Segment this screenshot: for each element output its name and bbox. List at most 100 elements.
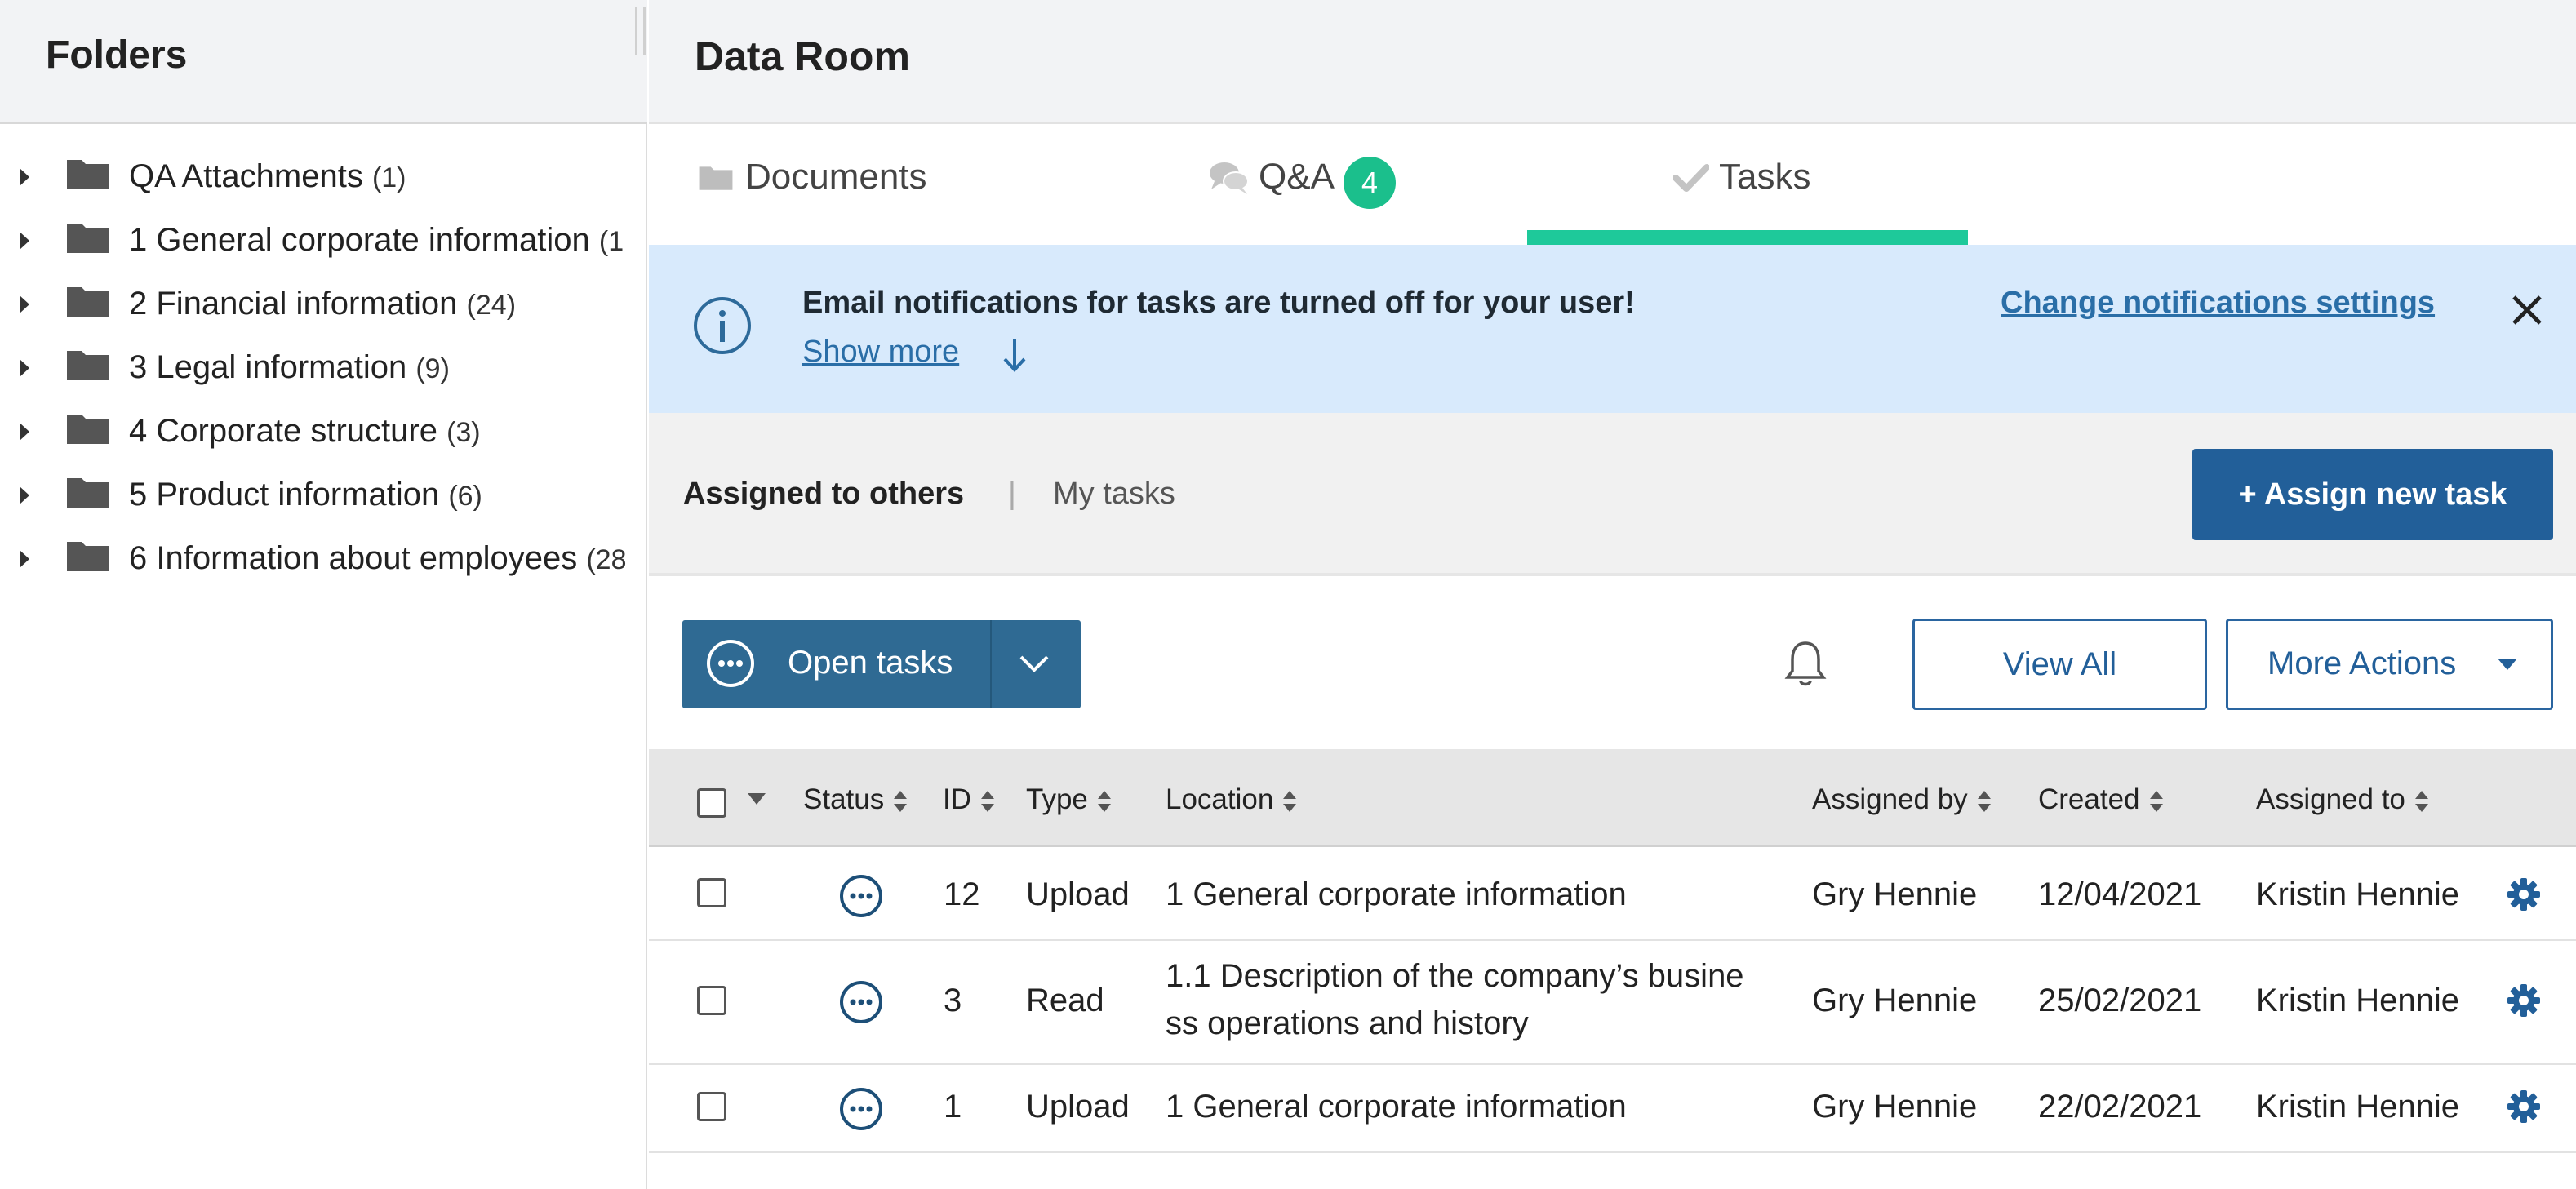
column-header-type[interactable]: Type <box>1026 783 1113 816</box>
expand-caret-icon[interactable] <box>20 168 29 186</box>
expand-caret-icon[interactable] <box>20 359 29 377</box>
tab-bar: Documents Q&A 4 Tasks <box>649 126 2576 245</box>
folder-label: 4 Corporate structure <box>129 413 437 449</box>
task-assigned-by: Gry Hennie <box>1812 983 1978 1018</box>
assigned-to-others-tab[interactable]: Assigned to others <box>683 477 964 512</box>
chat-bubbles-icon <box>1210 162 1249 194</box>
folder-icon <box>67 287 109 317</box>
select-all-checkbox[interactable] <box>697 788 726 818</box>
ellipsis-circle-icon <box>707 640 754 687</box>
split-button-divider <box>990 620 992 708</box>
more-actions-button[interactable]: More Actions <box>2226 619 2553 710</box>
page-title: Data Room <box>695 33 910 79</box>
task-created: 12/04/2021 <box>2038 876 2202 912</box>
column-label: Type <box>1026 783 1088 815</box>
panel-resize-handle-secondary[interactable] <box>643 7 646 55</box>
tab-label: Tasks <box>1719 157 1811 197</box>
tab-label: Q&A <box>1259 157 1335 197</box>
expand-caret-icon[interactable] <box>20 486 29 504</box>
folder-icon <box>699 166 733 190</box>
panel-resize-handle[interactable] <box>635 7 637 55</box>
task-type: Upload <box>1026 876 1130 912</box>
task-type: Upload <box>1026 1089 1130 1125</box>
task-assigned-to: Kristin Hennie <box>2256 876 2460 912</box>
gear-icon[interactable] <box>2506 983 2542 1018</box>
folder-label: 2 Financial information <box>129 286 458 322</box>
view-all-button[interactable]: View All <box>1912 619 2207 710</box>
folder-icon <box>67 478 109 508</box>
tab-documents[interactable]: Documents <box>698 126 1008 245</box>
tab-tasks[interactable]: Tasks <box>1673 126 1983 245</box>
folder-item-employees[interactable]: 6 Information about employees (28 <box>0 529 647 592</box>
column-header-id[interactable]: ID <box>943 783 996 816</box>
arrow-down-icon[interactable] <box>1001 336 1028 374</box>
close-icon[interactable] <box>2509 292 2545 328</box>
task-assigned-to: Kristin Hennie <box>2256 983 2460 1018</box>
column-header-assigned-by[interactable]: Assigned by <box>1812 783 1992 816</box>
chevron-down-icon[interactable] <box>1018 651 1050 676</box>
task-id: 1 <box>944 1089 962 1125</box>
column-header-status[interactable]: Status <box>803 783 908 816</box>
task-assigned-to: Kristin Hennie <box>2256 1089 2460 1125</box>
folder-item-general-corporate[interactable]: 1 General corporate information (1 <box>0 211 647 274</box>
sort-icon <box>981 790 994 812</box>
column-label: Location <box>1166 783 1274 815</box>
row-checkbox[interactable] <box>697 878 726 907</box>
expand-caret-icon[interactable] <box>20 423 29 441</box>
task-id: 12 <box>944 876 980 912</box>
expand-caret-icon[interactable] <box>20 295 29 313</box>
select-options-caret-icon[interactable] <box>746 792 767 806</box>
my-tasks-tab[interactable]: My tasks <box>1053 477 1175 512</box>
folder-item-financial[interactable]: 2 Financial information (24) <box>0 274 647 338</box>
folder-item-qa-attachments[interactable]: QA Attachments (1) <box>0 147 647 211</box>
folder-icon <box>67 415 109 444</box>
tab-qa[interactable]: Q&A 4 <box>1208 126 1518 245</box>
task-location[interactable]: 1 General corporate information <box>1166 1089 1627 1125</box>
column-header-assigned-to[interactable]: Assigned to <box>2256 783 2430 816</box>
folder-item-corporate-structure[interactable]: 4 Corporate structure (3) <box>0 402 647 465</box>
expand-caret-icon[interactable] <box>20 550 29 568</box>
column-header-location[interactable]: Location <box>1166 783 1298 816</box>
column-header-created[interactable]: Created <box>2038 783 2165 816</box>
row-checkbox[interactable] <box>697 986 726 1015</box>
folder-label: 3 Legal information <box>129 349 407 385</box>
info-circle-icon <box>694 297 751 354</box>
task-location-continued[interactable]: ss operations and history <box>1166 1005 1529 1042</box>
task-location[interactable]: 1.1 Description of the company’s busine <box>1166 958 1744 995</box>
expand-caret-icon[interactable] <box>20 232 29 250</box>
folders-title: Folders <box>46 33 188 77</box>
gear-icon[interactable] <box>2506 876 2542 912</box>
folder-count: (24) <box>466 290 517 321</box>
folder-count: (6) <box>448 481 482 512</box>
folder-count: (9) <box>415 353 450 384</box>
folder-icon <box>67 351 109 380</box>
column-label: Assigned by <box>1812 783 1968 815</box>
folder-item-product[interactable]: 5 Product information (6) <box>0 465 647 529</box>
sort-icon <box>1097 790 1111 812</box>
column-label: ID <box>943 783 971 815</box>
folder-item-legal[interactable]: 3 Legal information (9) <box>0 338 647 402</box>
caret-down-icon <box>2498 659 2517 670</box>
task-assigned-by: Gry Hennie <box>1812 876 1978 912</box>
folder-icon <box>67 160 109 189</box>
folder-count: (1) <box>371 162 406 193</box>
gear-icon[interactable] <box>2506 1089 2542 1125</box>
task-location[interactable]: 1 General corporate information <box>1166 876 1627 913</box>
show-more-label: Show more <box>802 335 960 369</box>
status-open-icon <box>840 1088 882 1130</box>
task-type: Read <box>1026 983 1104 1018</box>
open-tasks-label: Open tasks <box>788 645 953 681</box>
folder-label: 6 Information about employees <box>129 540 578 576</box>
bell-icon[interactable] <box>1784 638 1827 689</box>
folder-count: (3) <box>446 417 481 448</box>
change-notifications-link[interactable]: Change notifications settings <box>2001 286 2435 321</box>
folder-icon <box>67 224 109 253</box>
show-more-link[interactable]: Show more <box>802 335 959 370</box>
qa-count-badge: 4 <box>1344 157 1396 209</box>
assign-new-task-button[interactable]: + Assign new task <box>2192 449 2553 540</box>
sort-icon <box>1977 790 1991 812</box>
status-open-icon <box>840 981 882 1023</box>
folder-count: (28 <box>586 544 627 575</box>
task-id: 3 <box>944 983 962 1018</box>
row-checkbox[interactable] <box>697 1092 726 1121</box>
